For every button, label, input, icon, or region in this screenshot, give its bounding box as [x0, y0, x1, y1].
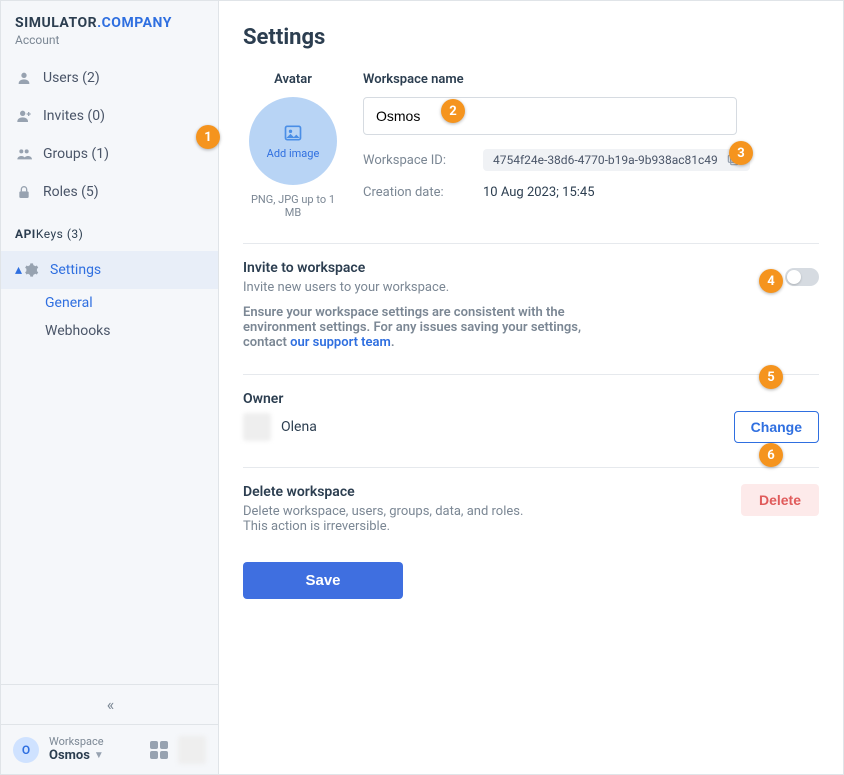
delete-button[interactable]: Delete: [741, 484, 819, 516]
nav-label: Users (2): [43, 70, 204, 86]
page-title: Settings: [243, 25, 819, 50]
workspace-id-label: Workspace ID:: [363, 153, 483, 168]
annotation-1: 1: [196, 125, 220, 149]
nav-label: Roles (5): [43, 184, 204, 200]
user-plus-icon: [15, 107, 33, 125]
delete-desc-1: Delete workspace, users, groups, data, a…: [243, 504, 523, 519]
annotation-5: 5: [759, 365, 783, 389]
change-owner-button[interactable]: Change: [734, 411, 819, 443]
lock-icon: [15, 183, 33, 201]
brand-logo: SIMULATOR.COMPANY: [15, 15, 204, 31]
nav-label: Invites (0): [43, 108, 204, 124]
nav-label: Settings: [50, 262, 204, 278]
avatar-heading: Avatar: [243, 72, 343, 87]
sidebar-footer: O Workspace Osmos▼: [1, 724, 218, 774]
nav-sub-general[interactable]: General: [1, 289, 218, 317]
owner-row: Olena Change: [243, 411, 819, 443]
nav-item-invites[interactable]: Invites (0): [1, 97, 218, 135]
avatar-column: Avatar Add image PNG, JPG up to 1 MB: [243, 72, 343, 219]
divider: [243, 243, 819, 244]
caret-up-icon: ▴: [15, 262, 22, 278]
nav-sub-webhooks[interactable]: Webhooks: [1, 317, 218, 345]
chevron-down-icon: ▼: [94, 750, 104, 762]
invite-section: Invite to workspace Invite new users to …: [243, 260, 819, 350]
nav-label: Groups (1): [43, 146, 204, 162]
avatar-hint: PNG, JPG up to 1 MB: [243, 193, 343, 219]
creation-date-value: 10 Aug 2023; 15:45: [483, 185, 595, 200]
workspace-id-value: 4754f24e-38d6-4770-b19a-9b938ac81c49: [483, 149, 750, 171]
invite-desc-2: Ensure your workspace settings are consi…: [243, 305, 623, 350]
sidebar-header: SIMULATOR.COMPANY Account: [1, 1, 218, 51]
api-prefix: API: [15, 227, 36, 241]
brand-part-b: .COMPANY: [97, 15, 172, 31]
save-button[interactable]: Save: [243, 562, 403, 599]
annotation-4: 4: [759, 269, 783, 293]
owner-section: Owner Olena Change: [243, 391, 819, 443]
workspace-switcher[interactable]: Workspace Osmos▼: [49, 735, 104, 764]
delete-text: Delete workspace Delete workspace, users…: [243, 484, 523, 534]
brand-part-a: SIMULATOR: [15, 15, 97, 31]
invite-toggle[interactable]: [785, 268, 819, 286]
owner-name: Olena: [281, 419, 317, 435]
user-avatar-thumb[interactable]: [178, 736, 206, 764]
invite-desc-1: Invite new users to your workspace.: [243, 280, 623, 295]
owner-avatar: [243, 413, 271, 441]
nav-item-groups[interactable]: Groups (1): [1, 135, 218, 173]
workspace-name-heading: Workspace name: [363, 72, 819, 87]
main-content: Settings Avatar Add image PNG, JPG up to…: [219, 1, 843, 774]
nav-item-roles[interactable]: Roles (5): [1, 173, 218, 211]
users-icon: [15, 145, 33, 163]
annotation-2: 2: [441, 99, 465, 123]
sidebar: SIMULATOR.COMPANY Account Users (2) Invi…: [1, 1, 219, 774]
gear-icon: [22, 261, 40, 279]
workspace-name: Osmos▼: [49, 748, 104, 764]
support-link[interactable]: our support team: [290, 335, 391, 350]
image-icon: [283, 123, 303, 143]
nav-item-keys[interactable]: API Keys (3): [1, 211, 218, 251]
brand-subtitle: Account: [15, 33, 204, 47]
nav-label: Keys (3): [36, 227, 204, 241]
delete-heading: Delete workspace: [243, 484, 523, 500]
owner-heading: Owner: [243, 391, 819, 407]
sidebar-nav: Users (2) Invites (0) Groups (1) Roles (…: [1, 51, 218, 684]
avatar-upload-button[interactable]: Add image: [249, 97, 337, 185]
workspace-label: Workspace: [49, 735, 104, 748]
user-icon: [15, 69, 33, 87]
delete-desc-2: This action is irreversible.: [243, 519, 523, 534]
creation-date-label: Creation date:: [363, 185, 483, 200]
divider: [243, 467, 819, 468]
workspace-badge: O: [13, 737, 39, 763]
nav-item-users[interactable]: Users (2): [1, 59, 218, 97]
app-frame: SIMULATOR.COMPANY Account Users (2) Invi…: [0, 0, 844, 775]
toggle-knob: [787, 270, 801, 284]
creation-date-row: Creation date: 10 Aug 2023; 15:45: [363, 185, 819, 200]
workspace-name-input[interactable]: [363, 97, 737, 135]
apps-grid-icon[interactable]: [150, 741, 168, 759]
annotation-6: 6: [759, 443, 783, 467]
owner-info: Olena: [243, 413, 317, 441]
invite-heading: Invite to workspace: [243, 260, 623, 276]
invite-text: Invite to workspace Invite new users to …: [243, 260, 623, 350]
sidebar-collapse-button[interactable]: «: [1, 684, 218, 724]
add-image-label: Add image: [267, 147, 320, 160]
annotation-3: 3: [729, 141, 753, 165]
nav-item-settings[interactable]: ▴ Settings: [1, 251, 218, 289]
delete-section: Delete workspace Delete workspace, users…: [243, 484, 819, 534]
divider: [243, 374, 819, 375]
